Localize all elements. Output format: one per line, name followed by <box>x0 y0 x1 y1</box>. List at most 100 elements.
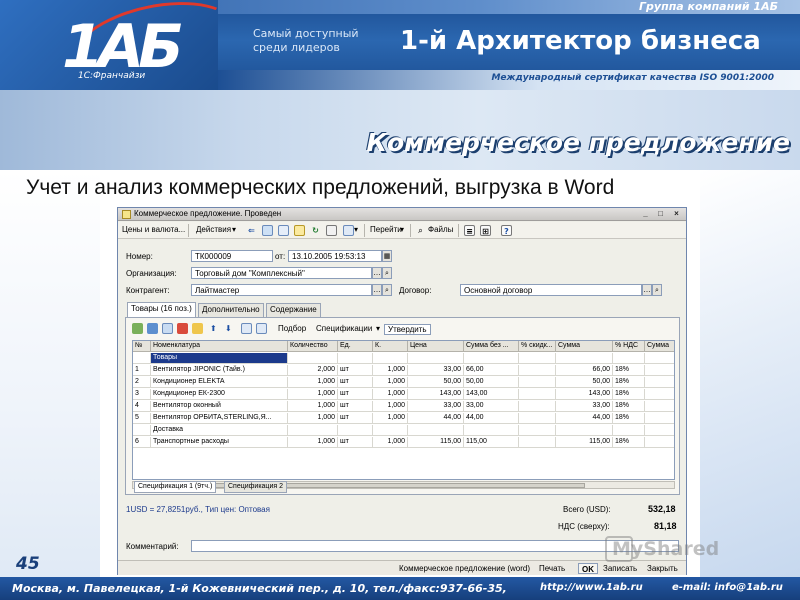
print-icon[interactable] <box>326 225 337 236</box>
table-cell[interactable] <box>645 437 674 448</box>
table-cell[interactable] <box>519 377 556 388</box>
table-cell[interactable]: 1,000 <box>373 413 408 424</box>
column-header[interactable]: % скидк... <box>519 341 556 352</box>
table-cell[interactable] <box>645 413 674 424</box>
table-cell[interactable] <box>338 353 373 364</box>
settings-icon[interactable] <box>343 225 354 236</box>
table-cell[interactable] <box>373 425 408 436</box>
table-cell[interactable] <box>645 401 674 412</box>
edit-row-icon[interactable] <box>162 323 173 334</box>
table-cell[interactable] <box>613 353 645 364</box>
table-cell[interactable]: 143,00 <box>556 389 613 400</box>
table-cell[interactable]: 18% <box>613 413 645 424</box>
table-cell[interactable]: 1,000 <box>288 413 338 424</box>
table-cell[interactable] <box>556 353 613 364</box>
table-cell[interactable]: 33,00 <box>556 401 613 412</box>
table-cell[interactable]: 143,00 <box>408 389 464 400</box>
table-cell[interactable]: Доставка <box>151 425 288 436</box>
column-header[interactable]: Ед. <box>338 341 373 352</box>
table-cell[interactable]: 6 <box>133 437 151 448</box>
select-button[interactable]: … <box>372 284 382 296</box>
table-cell[interactable]: 50,00 <box>464 377 519 388</box>
help-icon[interactable]: ? <box>501 225 512 236</box>
search-icon[interactable]: ⌕ <box>382 284 392 296</box>
sort-desc-icon[interactable] <box>256 323 267 334</box>
tab-goods[interactable]: Товары (16 поз.) <box>127 302 196 318</box>
select-button[interactable]: … <box>372 267 382 279</box>
table-cell[interactable]: 1,000 <box>373 365 408 376</box>
table-cell[interactable]: 1,000 <box>288 401 338 412</box>
table-cell[interactable]: Кондиционер ELEKTA <box>151 377 288 388</box>
table-cell[interactable]: 115,00 <box>556 437 613 448</box>
table-cell[interactable] <box>373 353 408 364</box>
goto-menu[interactable]: Перейти <box>370 225 402 234</box>
table-cell[interactable] <box>408 353 464 364</box>
add-row-icon[interactable] <box>132 323 143 334</box>
copy-row-icon[interactable] <box>147 323 158 334</box>
table-cell[interactable] <box>288 353 338 364</box>
table-cell[interactable]: 50,00 <box>408 377 464 388</box>
back-icon[interactable]: ⇐ <box>246 225 257 236</box>
doc-print-form-button[interactable]: Коммерческое предложение (word) <box>396 563 533 574</box>
table-cell[interactable]: шт <box>338 365 373 376</box>
table-cell[interactable]: 1,000 <box>288 389 338 400</box>
table-cell[interactable] <box>556 425 613 436</box>
table-cell[interactable]: 18% <box>613 401 645 412</box>
table-cell[interactable]: шт <box>338 413 373 424</box>
table-cell[interactable] <box>519 353 556 364</box>
table-cell[interactable]: шт <box>338 437 373 448</box>
move-up-icon[interactable]: ⬆ <box>210 324 217 333</box>
column-header[interactable]: Сумма <box>556 341 613 352</box>
table-cell[interactable]: 33,00 <box>464 401 519 412</box>
contract-field[interactable]: Основной договор <box>460 284 642 296</box>
save-button[interactable]: Записать <box>600 563 640 574</box>
ok-button[interactable]: OK <box>578 563 598 574</box>
calendar-icon[interactable]: ▦ <box>382 250 392 262</box>
maximize-icon[interactable]: □ <box>655 209 666 219</box>
end-edit-icon[interactable] <box>192 323 203 334</box>
table-cell[interactable] <box>645 365 674 376</box>
contractor-field[interactable]: Лайтмастер <box>191 284 372 296</box>
table-cell[interactable] <box>519 389 556 400</box>
table-cell[interactable] <box>645 425 674 436</box>
table-cell[interactable]: 44,00 <box>556 413 613 424</box>
table-cell[interactable]: 18% <box>613 377 645 388</box>
table-cell[interactable]: 143,00 <box>464 389 519 400</box>
footer-url[interactable]: http://www.1ab.ru <box>540 582 643 593</box>
table-cell[interactable] <box>613 425 645 436</box>
column-header[interactable]: Номенклатура <box>151 341 288 352</box>
column-header[interactable]: Сумма без ... <box>464 341 519 352</box>
form-icon[interactable] <box>278 225 289 236</box>
column-header[interactable]: Сумма <box>645 341 674 352</box>
table-cell[interactable] <box>464 353 519 364</box>
table-cell[interactable]: 44,00 <box>464 413 519 424</box>
actions-menu[interactable]: Действия <box>196 225 231 234</box>
table-cell[interactable]: 4 <box>133 401 151 412</box>
table-cell[interactable]: 1 <box>133 365 151 376</box>
specs-menu[interactable]: Спецификации <box>316 324 372 333</box>
organization-field[interactable]: Торговый дом "Комплексный" <box>191 267 372 279</box>
table-cell[interactable] <box>519 401 556 412</box>
print-button[interactable]: Печать <box>536 563 568 574</box>
table-cell[interactable]: Вентилятор ОРБИТА,STERLING,Я... <box>151 413 288 424</box>
table-cell[interactable]: Транспортные расходы <box>151 437 288 448</box>
table-cell[interactable]: 18% <box>613 365 645 376</box>
table-cell[interactable] <box>133 425 151 436</box>
tab-content[interactable]: Содержание <box>266 303 321 317</box>
table-cell[interactable]: 66,00 <box>464 365 519 376</box>
close-button[interactable]: Закрыть <box>644 563 681 574</box>
table-cell[interactable]: 33,00 <box>408 365 464 376</box>
table-cell[interactable]: Вентилятор оконный <box>151 401 288 412</box>
folder-icon[interactable] <box>294 225 305 236</box>
table-cell[interactable]: 50,00 <box>556 377 613 388</box>
approve-button[interactable]: Утвердить <box>384 324 431 335</box>
column-header[interactable]: № <box>133 341 151 352</box>
table-cell[interactable] <box>645 353 674 364</box>
date-field[interactable]: 13.10.2005 19:53:13 <box>288 250 382 262</box>
table-cell[interactable] <box>133 353 151 364</box>
document-icon[interactable] <box>262 225 273 236</box>
table-cell[interactable]: Кондиционер ЕК-2300 <box>151 389 288 400</box>
table-cell[interactable]: 66,00 <box>556 365 613 376</box>
structure-icon[interactable]: ⊞ <box>480 225 491 236</box>
table-cell[interactable]: 44,00 <box>408 413 464 424</box>
